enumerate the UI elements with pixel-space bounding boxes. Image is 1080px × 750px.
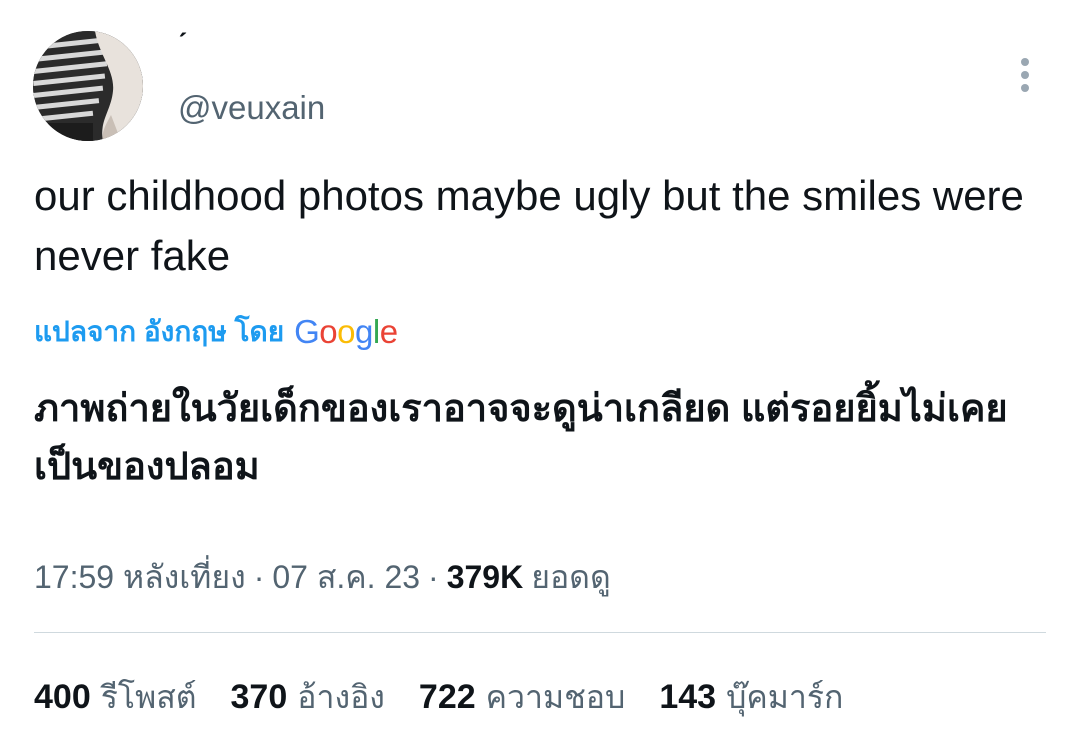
quotes-label: อ้างอิง (297, 678, 385, 715)
author-display-name[interactable]: ˊ (178, 28, 188, 62)
google-letter: o (319, 313, 338, 350)
quotes-count: 370 (230, 677, 288, 716)
meta-separator: · (253, 558, 265, 595)
retweets-stat[interactable]: 400 รีโพสต์ (34, 672, 197, 723)
avatar[interactable] (33, 31, 143, 141)
retweets-label: รีโพสต์ (100, 678, 197, 715)
divider (34, 632, 1046, 633)
quotes-stat[interactable]: 370 อ้างอิง (231, 672, 385, 723)
views-count: 379K (446, 558, 524, 595)
google-letter: l (372, 313, 380, 350)
likes-stat[interactable]: 722 ความชอบ (419, 672, 625, 723)
author-handle[interactable]: @veuxain (178, 88, 325, 128)
tweet-metadata: 17:59 หลังเที่ยง · 07 ส.ค. 23 · 379K ยอด… (34, 554, 611, 600)
google-letter: o (337, 313, 355, 350)
translation-attribution: แปลจาก อังกฤษ โดย Google (34, 310, 398, 354)
google-letter: g (355, 313, 373, 350)
more-vertical-icon (1021, 58, 1029, 92)
tweet-date[interactable]: 07 ส.ค. 23 (272, 552, 420, 603)
retweets-count: 400 (34, 677, 91, 716)
google-letter: G (294, 313, 320, 350)
bookmarks-label: บุ๊คมาร์ก (726, 678, 844, 715)
bookmarks-stat[interactable]: 143 บุ๊คมาร์ก (659, 672, 843, 723)
tweet-time[interactable]: 17:59 หลังเที่ยง (34, 552, 246, 603)
avatar-photo (33, 31, 143, 141)
google-logo: Google (294, 312, 398, 352)
tweet-detail: ˊ @veuxain our childhood photos maybe ug… (0, 0, 1080, 750)
google-letter: e (379, 313, 398, 350)
views-label: ยอดดู (531, 558, 611, 595)
translated-text: ภาพถ่ายในวัยเด็กของเราอาจจะดูน่าเกลียด แ… (34, 388, 1008, 488)
bookmarks-count: 143 (659, 677, 717, 716)
translate-link[interactable]: แปลจาก อังกฤษ โดย (34, 310, 284, 354)
more-options-button[interactable] (1004, 52, 1046, 98)
engagement-stats: 400 รีโพสต์ 370 อ้างอิง 722 ความชอบ 143 … (34, 674, 877, 720)
likes-count: 722 (418, 677, 476, 716)
meta-separator: · (428, 558, 439, 595)
tweet-text: our childhood photos maybe ugly but the … (34, 172, 1024, 279)
likes-label: ความชอบ (485, 678, 626, 715)
